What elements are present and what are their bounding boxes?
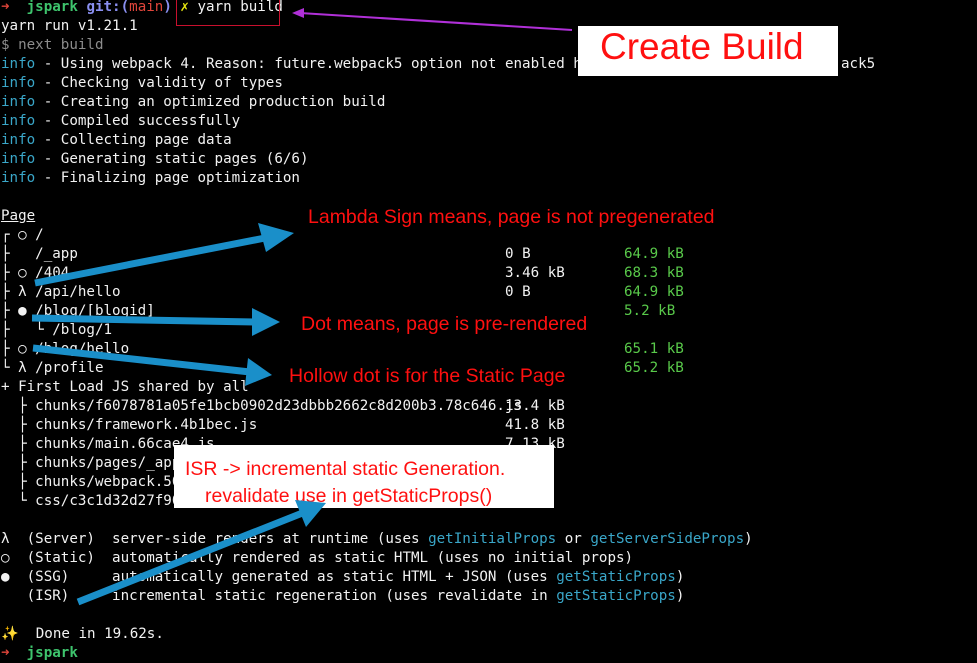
info-line: info - Finalizing page optimization: [1, 170, 300, 186]
next-build-line: $ next build: [1, 37, 104, 53]
prompt-arrow-icon: ➜: [1, 0, 10, 15]
legend-static: ○ (Static) automatically rendered as sta…: [1, 550, 634, 566]
lambda-annotation: Lambda Sign means, page is not pregenera…: [308, 206, 715, 228]
route-row: ├ ○ /404 3.46 kB 68.3 kB: [1, 265, 684, 281]
chunk-row: ├ chunks/framework.4b1bec.js 41.8 kB: [1, 417, 565, 433]
legend-isr: (ISR) incremental static regeneration (u…: [9, 588, 685, 604]
info-line: info - Checking validity of types: [1, 75, 283, 91]
prompt-git-suffix: ): [163, 0, 172, 15]
route-row: ├ /_app 0 B 64.9 kB: [1, 246, 684, 262]
create-build-annotation: Create Build: [600, 26, 804, 67]
lambda-icon: λ: [1, 531, 10, 547]
route-row: ├ ○ /blog/hello 65.1 kB: [1, 341, 684, 357]
info-line: info - Collecting page data: [1, 132, 232, 148]
arrow-to-create-build: [299, 12, 573, 31]
route-row: ├ λ /api/hello 0 B 64.9 kB: [1, 284, 684, 300]
sparkles-icon: ✨: [1, 626, 19, 642]
info-line: info - Using webpack 4. Reason: future.w…: [1, 56, 608, 72]
info-line: info - Generating static pages (6/6): [1, 151, 309, 167]
info-line: info - Creating an optimized production …: [1, 94, 386, 110]
legend-ssg: ● (SSG) automatically generated as stati…: [1, 569, 685, 585]
webpack5-tail: ack5: [841, 56, 876, 72]
prompt-git-prefix: git:(: [86, 0, 130, 15]
legend-server: λ (Server) server-side renders at runtim…: [1, 531, 753, 547]
prompt-branch: main: [129, 0, 164, 15]
command-highlight-box: [176, 0, 280, 26]
dot-annotation: Dot means, page is pre-rendered: [301, 313, 588, 335]
page-table-header: Page: [1, 208, 36, 224]
info-line: info - Compiled successfully: [1, 113, 241, 129]
done-line: ✨ Done in 19.62s.: [1, 626, 164, 642]
hollow-dot-icon: ○: [1, 550, 10, 566]
chunk-row: ├ chunks/f6078781a05fe1bcb0902d23dbbb266…: [1, 398, 565, 414]
hollow-annotation: Hollow dot is for the Static Page: [289, 365, 566, 387]
isr-annotation-line1: ISR -> incremental static Generation.: [185, 458, 506, 480]
filled-dot-icon: ●: [1, 569, 10, 585]
next-prompt: ➜ jspark: [1, 645, 78, 661]
isr-annotation-line2: revalidate use in getStaticProps(): [205, 485, 493, 507]
yarn-version-line: yarn run v1.21.1: [1, 18, 138, 34]
shared-js-header: + First Load JS shared by all: [1, 379, 249, 395]
arrow-head-create-build: [292, 8, 304, 18]
prompt-arrow-icon: ➜: [1, 645, 10, 661]
prompt-user: jspark: [26, 0, 78, 15]
